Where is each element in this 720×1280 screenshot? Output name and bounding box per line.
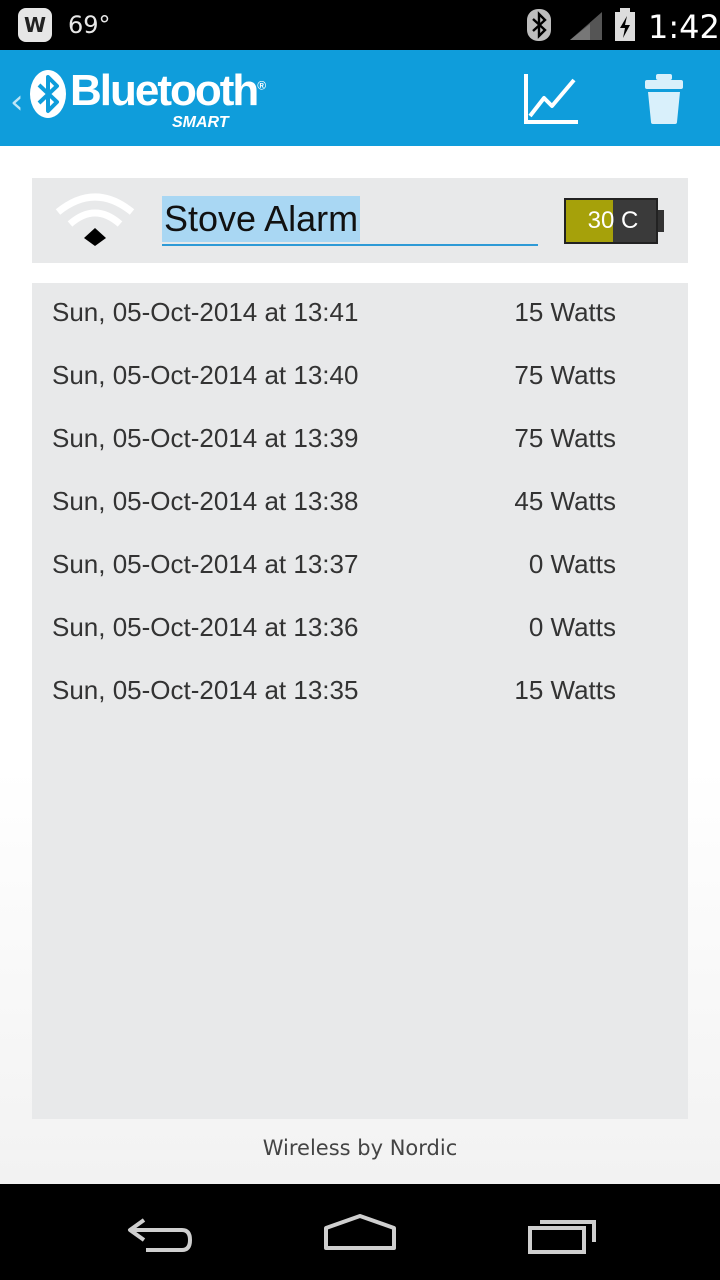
list-item[interactable]: Sun, 05-Oct-2014 at 13:40 75 Watts (32, 346, 688, 409)
footer-text: Wireless by Nordic (262, 1136, 458, 1160)
reading-watts: 15 Watts (514, 297, 616, 327)
back-chevron-icon: ‹ (10, 82, 24, 122)
reading-watts: 45 Watts (514, 486, 616, 516)
app-bar: ‹ Bluetooth® SMART (0, 50, 720, 146)
reading-date: Sun, 05-Oct-2014 at 13:38 (52, 486, 359, 516)
reading-watts: 0 Watts (528, 549, 616, 579)
gauge-body: 30 C (564, 198, 658, 244)
reading-date: Sun, 05-Oct-2014 at 13:36 (52, 612, 359, 642)
list-item[interactable]: Sun, 05-Oct-2014 at 13:39 75 Watts (32, 409, 688, 472)
readings-list: Sun, 05-Oct-2014 at 13:41 15 Watts Sun, … (32, 283, 688, 1119)
signal-icon (570, 12, 602, 40)
reading-watts: 75 Watts (514, 423, 616, 453)
list-item[interactable]: Sun, 05-Oct-2014 at 13:38 45 Watts (32, 472, 688, 535)
navigation-bar (0, 1184, 720, 1280)
bluetooth-logo-icon (30, 70, 66, 118)
device-name-text: Stove Alarm (162, 196, 361, 242)
list-item[interactable]: Sun, 05-Oct-2014 at 13:41 15 Watts (32, 283, 688, 346)
reading-watts: 15 Watts (514, 675, 616, 705)
bluetooth-icon (527, 9, 551, 41)
graph-icon[interactable] (522, 72, 580, 126)
reading-watts: 0 Watts (528, 612, 616, 642)
reading-date: Sun, 05-Oct-2014 at 13:35 (52, 675, 359, 705)
wifi-icon (55, 193, 135, 246)
temperature-label: 30 C (587, 207, 639, 234)
list-item[interactable]: Sun, 05-Oct-2014 at 13:37 0 Watts (32, 535, 688, 598)
home-nav-icon[interactable] (322, 1212, 398, 1250)
weather-temperature: 69° (68, 11, 111, 39)
temperature-gauge: 30 C (564, 198, 664, 244)
weather-app-icon: W (18, 8, 52, 42)
brand-name: Bluetooth® (70, 66, 267, 115)
reading-date: Sun, 05-Oct-2014 at 13:39 (52, 423, 359, 453)
gauge-cap (658, 210, 664, 232)
status-bar: W 69° 1:42 (0, 0, 720, 50)
status-clock: 1:42 (648, 8, 720, 46)
trash-icon[interactable] (642, 72, 686, 126)
brand-subtitle: SMART (172, 114, 229, 131)
list-item[interactable]: Sun, 05-Oct-2014 at 13:35 15 Watts (32, 661, 688, 724)
reading-watts: 75 Watts (514, 360, 616, 390)
reading-date: Sun, 05-Oct-2014 at 13:41 (52, 297, 359, 327)
device-name-input[interactable]: Stove Alarm (162, 196, 538, 246)
back-logo-button[interactable]: ‹ Bluetooth® SMART (6, 64, 266, 132)
list-item[interactable]: Sun, 05-Oct-2014 at 13:36 0 Watts (32, 598, 688, 661)
device-header-card: Stove Alarm 30 C (32, 178, 688, 263)
back-nav-icon[interactable] (124, 1214, 196, 1254)
battery-icon (615, 8, 635, 41)
reading-date: Sun, 05-Oct-2014 at 13:40 (52, 360, 359, 390)
reading-date: Sun, 05-Oct-2014 at 13:37 (52, 549, 359, 579)
recents-nav-icon[interactable] (526, 1214, 598, 1254)
